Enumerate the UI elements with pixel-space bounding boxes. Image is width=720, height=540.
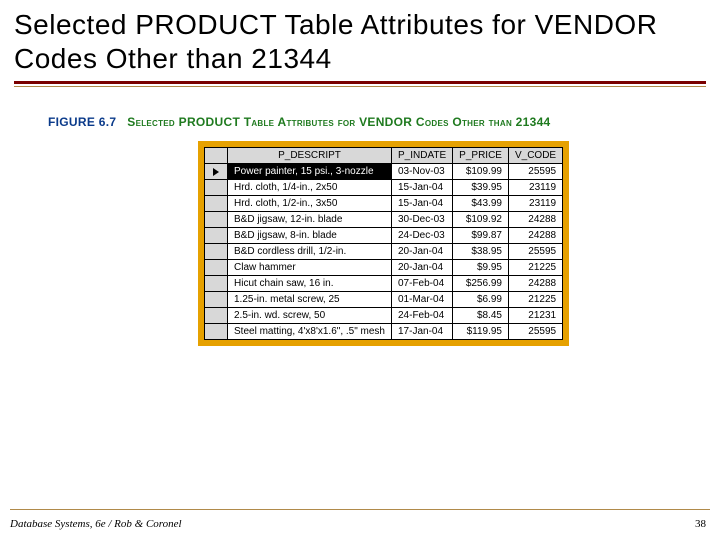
- page-number: 38: [695, 518, 706, 530]
- current-row-icon: [212, 167, 220, 177]
- cell-descript[interactable]: Claw hammer: [228, 260, 392, 276]
- figure-label: FIGURE 6.7 Selected PRODUCT Table Attrib…: [48, 115, 720, 129]
- row-marker[interactable]: [205, 180, 228, 196]
- cell-indate[interactable]: 17-Jan-04: [392, 324, 453, 340]
- cell-descript[interactable]: 2.5-in. wd. screw, 50: [228, 308, 392, 324]
- row-marker[interactable]: [205, 324, 228, 340]
- cell-vcode[interactable]: 21231: [508, 308, 562, 324]
- col-header-price: P_PRICE: [453, 148, 509, 164]
- cell-vcode[interactable]: 24288: [508, 228, 562, 244]
- cell-descript[interactable]: Hrd. cloth, 1/2-in., 3x50: [228, 196, 392, 212]
- row-marker[interactable]: [205, 212, 228, 228]
- cell-indate[interactable]: 30-Dec-03: [392, 212, 453, 228]
- row-marker[interactable]: [205, 164, 228, 180]
- cell-descript[interactable]: 1.25-in. metal screw, 25: [228, 292, 392, 308]
- table-row[interactable]: B&D jigsaw, 12-in. blade30-Dec-03$109.92…: [205, 212, 563, 228]
- table-row[interactable]: B&D jigsaw, 8-in. blade24-Dec-03$99.8724…: [205, 228, 563, 244]
- data-grid: P_DESCRIPT P_INDATE P_PRICE V_CODE Power…: [204, 147, 563, 340]
- cell-vcode[interactable]: 24288: [508, 276, 562, 292]
- table-row[interactable]: Hrd. cloth, 1/2-in., 3x5015-Jan-04$43.99…: [205, 196, 563, 212]
- footer-citation: Database Systems, 6e / Rob & Coronel: [10, 518, 182, 530]
- table-row[interactable]: Power painter, 15 psi., 3-nozzle03-Nov-0…: [205, 164, 563, 180]
- cell-vcode[interactable]: 23119: [508, 180, 562, 196]
- cell-descript[interactable]: B&D jigsaw, 8-in. blade: [228, 228, 392, 244]
- cell-indate[interactable]: 15-Jan-04: [392, 196, 453, 212]
- cell-indate[interactable]: 07-Feb-04: [392, 276, 453, 292]
- col-header-indate: P_INDATE: [392, 148, 453, 164]
- cell-indate[interactable]: 20-Jan-04: [392, 260, 453, 276]
- cell-indate[interactable]: 03-Nov-03: [392, 164, 453, 180]
- slide-title: Selected PRODUCT Table Attributes for VE…: [0, 0, 720, 79]
- cell-descript[interactable]: B&D cordless drill, 1/2-in.: [228, 244, 392, 260]
- cell-vcode[interactable]: 21225: [508, 292, 562, 308]
- row-marker[interactable]: [205, 244, 228, 260]
- table-row[interactable]: B&D cordless drill, 1/2-in.20-Jan-04$38.…: [205, 244, 563, 260]
- table-row[interactable]: Steel matting, 4'x8'x1.6", .5" mesh17-Ja…: [205, 324, 563, 340]
- row-marker[interactable]: [205, 228, 228, 244]
- row-marker[interactable]: [205, 196, 228, 212]
- figure-number: FIGURE 6.7: [48, 115, 116, 129]
- cell-price[interactable]: $256.99: [453, 276, 509, 292]
- table-row[interactable]: Hicut chain saw, 16 in.07-Feb-04$256.992…: [205, 276, 563, 292]
- row-marker[interactable]: [205, 292, 228, 308]
- cell-vcode[interactable]: 24288: [508, 212, 562, 228]
- figure-caption: Selected PRODUCT Table Attributes for VE…: [127, 115, 550, 129]
- row-marker[interactable]: [205, 308, 228, 324]
- cell-descript[interactable]: Power painter, 15 psi., 3-nozzle: [228, 164, 392, 180]
- cell-vcode[interactable]: 21225: [508, 260, 562, 276]
- row-marker[interactable]: [205, 276, 228, 292]
- cell-price[interactable]: $99.87: [453, 228, 509, 244]
- cell-price[interactable]: $8.45: [453, 308, 509, 324]
- cell-price[interactable]: $109.92: [453, 212, 509, 228]
- cell-price[interactable]: $39.95: [453, 180, 509, 196]
- cell-price[interactable]: $119.95: [453, 324, 509, 340]
- cell-vcode[interactable]: 25595: [508, 164, 562, 180]
- cell-vcode[interactable]: 23119: [508, 196, 562, 212]
- cell-vcode[interactable]: 25595: [508, 244, 562, 260]
- cell-price[interactable]: $6.99: [453, 292, 509, 308]
- cell-price[interactable]: $109.99: [453, 164, 509, 180]
- col-header-vcode: V_CODE: [508, 148, 562, 164]
- cell-descript[interactable]: B&D jigsaw, 12-in. blade: [228, 212, 392, 228]
- cell-indate[interactable]: 24-Dec-03: [392, 228, 453, 244]
- cell-indate[interactable]: 15-Jan-04: [392, 180, 453, 196]
- cell-price[interactable]: $38.95: [453, 244, 509, 260]
- row-marker[interactable]: [205, 260, 228, 276]
- data-grid-frame: P_DESCRIPT P_INDATE P_PRICE V_CODE Power…: [198, 141, 569, 346]
- cell-price[interactable]: $9.95: [453, 260, 509, 276]
- table-row[interactable]: Claw hammer20-Jan-04$9.9521225: [205, 260, 563, 276]
- cell-descript[interactable]: Hicut chain saw, 16 in.: [228, 276, 392, 292]
- cell-descript[interactable]: Steel matting, 4'x8'x1.6", .5" mesh: [228, 324, 392, 340]
- title-rule: [14, 81, 706, 87]
- row-marker-header: [205, 148, 228, 164]
- cell-descript[interactable]: Hrd. cloth, 1/4-in., 2x50: [228, 180, 392, 196]
- cell-price[interactable]: $43.99: [453, 196, 509, 212]
- cell-vcode[interactable]: 25595: [508, 324, 562, 340]
- table-row[interactable]: 1.25-in. metal screw, 2501-Mar-04$6.9921…: [205, 292, 563, 308]
- cell-indate[interactable]: 20-Jan-04: [392, 244, 453, 260]
- footer-rule: [10, 509, 710, 510]
- table-row[interactable]: 2.5-in. wd. screw, 5024-Feb-04$8.4521231: [205, 308, 563, 324]
- cell-indate[interactable]: 24-Feb-04: [392, 308, 453, 324]
- cell-indate[interactable]: 01-Mar-04: [392, 292, 453, 308]
- table-row[interactable]: Hrd. cloth, 1/4-in., 2x5015-Jan-04$39.95…: [205, 180, 563, 196]
- col-header-descript: P_DESCRIPT: [228, 148, 392, 164]
